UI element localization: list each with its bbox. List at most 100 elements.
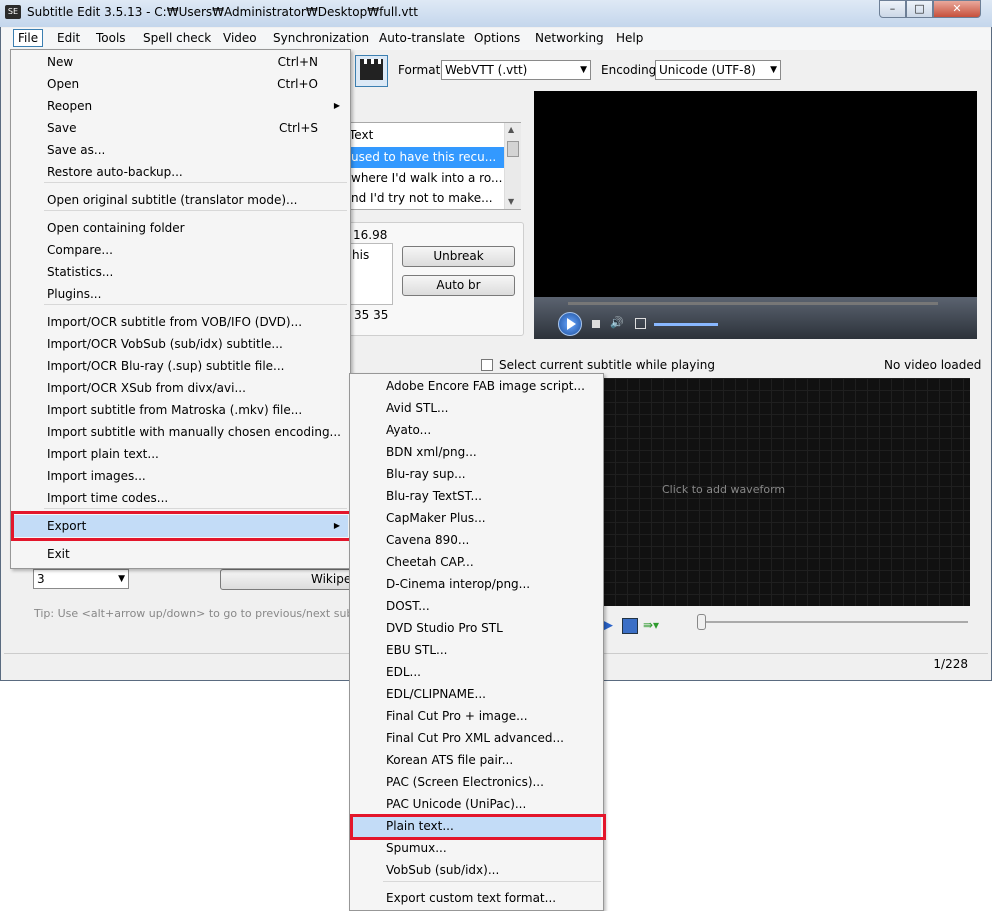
spin-select[interactable]: 3 ▼ <box>33 569 129 589</box>
menu-item-label: New <box>47 55 74 69</box>
arrows-icon[interactable]: ⇛▾ <box>643 618 659 632</box>
export-item-spumux[interactable]: Spumux... <box>352 837 601 859</box>
fullscreen-icon[interactable] <box>635 318 646 329</box>
export-item-pac-unicode-unipac[interactable]: PAC Unicode (UniPac)... <box>352 793 601 815</box>
export-item-edl[interactable]: EDL... <box>352 661 601 683</box>
file-menu-item-import-ocr-subtitle-from-vob-ifo-dvd[interactable]: Import/OCR subtitle from VOB/IFO (DVD)..… <box>13 311 348 333</box>
menu-edit[interactable]: Edit <box>57 31 80 45</box>
menu-options[interactable]: Options <box>474 31 520 45</box>
file-menu-item-import-ocr-vobsub-sub-idx-subtitle[interactable]: Import/OCR VobSub (sub/idx) subtitle... <box>13 333 348 355</box>
menu-item-label: Save <box>47 121 77 135</box>
file-menu-item-new[interactable]: New Ctrl+N <box>13 51 348 73</box>
export-item-dost[interactable]: DOST... <box>352 595 601 617</box>
export-item-blu-ray-sup[interactable]: Blu-ray sup... <box>352 463 601 485</box>
maximize-button[interactable]: □ <box>906 0 933 18</box>
format-select[interactable]: WebVTT (.vtt) ▼ <box>441 60 591 80</box>
waveform-panel[interactable] <box>603 378 970 606</box>
subtitle-row[interactable]: used to have this recu... <box>349 147 507 168</box>
file-menu-item-import-subtitle-from-matroska-mkv-file[interactable]: Import subtitle from Matroska (.mkv) fil… <box>13 399 348 421</box>
export-item-d-cinema-interop-png[interactable]: D-Cinema interop/png... <box>352 573 601 595</box>
subtitle-row[interactable]: nd I'd try not to make... <box>349 188 507 209</box>
scroll-up-icon[interactable]: ▲ <box>508 125 514 134</box>
chevron-down-icon: ▼ <box>770 65 777 75</box>
menu-item-label: Avid STL... <box>386 401 449 415</box>
file-menu-item-import-plain-text[interactable]: Import plain text... <box>13 443 348 465</box>
zoom-slider-thumb[interactable] <box>697 614 706 630</box>
menu-synchronization[interactable]: Synchronization <box>273 31 369 45</box>
video-seek-bar[interactable] <box>568 302 938 305</box>
export-item-cheetah-cap[interactable]: Cheetah CAP... <box>352 551 601 573</box>
menu-tools[interactable]: Tools <box>96 31 126 45</box>
video-player[interactable] <box>534 91 977 297</box>
grid-icon[interactable] <box>622 618 638 634</box>
export-item-dvd-studio-pro-stl[interactable]: DVD Studio Pro STL <box>352 617 601 639</box>
file-menu-item-compare[interactable]: Compare... <box>13 239 348 261</box>
export-item-vobsub-sub-idx[interactable]: VobSub (sub/idx)... <box>352 859 601 881</box>
subtitle-list-scrollbar[interactable]: ▲ ▼ <box>504 123 521 209</box>
menu-file[interactable]: File <box>13 29 44 47</box>
play-icon[interactable] <box>558 312 582 336</box>
file-menu-item-statistics[interactable]: Statistics... <box>13 261 348 283</box>
export-item-final-cut-pro-xml-advanced[interactable]: Final Cut Pro XML advanced... <box>352 727 601 749</box>
export-item-edl-clipname[interactable]: EDL/CLIPNAME... <box>352 683 601 705</box>
file-menu-item-exit[interactable]: Exit <box>13 543 348 565</box>
export-item-blu-ray-textst[interactable]: Blu-ray TextST... <box>352 485 601 507</box>
export-item-export-custom-text-format[interactable]: Export custom text format... <box>352 887 601 909</box>
subtitle-list[interactable]: Text used to have this recu... where I'd… <box>346 122 521 210</box>
file-menu-item-open-containing-folder[interactable]: Open containing folder <box>13 217 348 239</box>
select-current-checkbox[interactable] <box>481 359 493 371</box>
menu-item-label: Final Cut Pro XML advanced... <box>386 731 564 745</box>
speaker-icon[interactable]: 🔊 <box>610 316 624 329</box>
file-menu-item-reopen[interactable]: Reopen ▶ <box>13 95 348 117</box>
menu-help[interactable]: Help <box>616 31 643 45</box>
menu-video[interactable]: Video <box>223 31 257 45</box>
export-submenu: Adobe Encore FAB image script... Avid STL… <box>349 373 606 911</box>
menu-auto-translate[interactable]: Auto-translate <box>379 31 465 45</box>
export-item-avid-stl[interactable]: Avid STL... <box>352 397 601 419</box>
file-menu-item-save[interactable]: Save Ctrl+S <box>13 117 348 139</box>
unbreak-button[interactable]: Unbreak <box>402 246 515 267</box>
file-menu-item-import-ocr-blu-ray-sup-subtitle-file[interactable]: Import/OCR Blu-ray (.sup) subtitle file.… <box>13 355 348 377</box>
zoom-slider[interactable] <box>698 621 968 623</box>
file-menu-item-import-time-codes[interactable]: Import time codes... <box>13 487 348 509</box>
wikipedia-button[interactable]: Wikipe <box>220 569 360 590</box>
close-button[interactable]: ✕ <box>933 0 981 18</box>
minimize-button[interactable]: – <box>879 0 906 18</box>
subtitle-text-box[interactable]: his <box>349 243 393 305</box>
export-item-ayato[interactable]: Ayato... <box>352 419 601 441</box>
format-value: WebVTT (.vtt) <box>445 63 528 77</box>
menu-networking[interactable]: Networking <box>535 31 604 45</box>
menu-spell-check[interactable]: Spell check <box>143 31 211 45</box>
export-item-ebu-stl[interactable]: EBU STL... <box>352 639 601 661</box>
file-menu-item-save-as[interactable]: Save as... <box>13 139 348 161</box>
menu-item-label: Save as... <box>47 143 106 157</box>
menu-item-label: PAC (Screen Electronics)... <box>386 775 544 789</box>
export-item-adobe-encore-fab-image-script[interactable]: Adobe Encore FAB image script... <box>352 375 601 397</box>
menu-item-label: Compare... <box>47 243 113 257</box>
file-menu-item-plugins[interactable]: Plugins... <box>13 283 348 305</box>
file-menu-item-open-original-subtitle-translator-mode[interactable]: Open original subtitle (translator mode)… <box>13 189 348 211</box>
play-icon[interactable]: ▶ <box>603 618 613 633</box>
file-menu-item-restore-auto-backup[interactable]: Restore auto-backup... <box>13 161 348 183</box>
export-item-final-cut-pro-image[interactable]: Final Cut Pro + image... <box>352 705 601 727</box>
stop-icon[interactable] <box>592 320 600 328</box>
volume-slider[interactable] <box>654 323 718 326</box>
encoding-select[interactable]: Unicode (UTF-8) ▼ <box>655 60 781 80</box>
menu-item-label: VobSub (sub/idx)... <box>386 863 500 877</box>
file-menu-item-import-images[interactable]: Import images... <box>13 465 348 487</box>
tip-text: Tip: Use <alt+arrow up/down> to go to pr… <box>34 607 358 620</box>
file-menu-item-import-subtitle-with-manually-chosen-encoding[interactable]: Import subtitle with manually chosen enc… <box>13 421 348 443</box>
file-menu-item-import-ocr-xsub-from-divx-avi[interactable]: Import/OCR XSub from divx/avi... <box>13 377 348 399</box>
export-item-capmaker-plus[interactable]: CapMaker Plus... <box>352 507 601 529</box>
export-item-pac-screen-electronics[interactable]: PAC (Screen Electronics)... <box>352 771 601 793</box>
export-item-cavena-890[interactable]: Cavena 890... <box>352 529 601 551</box>
subtitle-row[interactable]: where I'd walk into a ro... <box>349 168 507 189</box>
menu-item-label: Open <box>47 77 80 91</box>
export-item-korean-ats-file-pair[interactable]: Korean ATS file pair... <box>352 749 601 771</box>
scroll-down-icon[interactable]: ▼ <box>508 197 514 206</box>
file-menu-item-open[interactable]: Open Ctrl+O <box>13 73 348 95</box>
auto-br-button[interactable]: Auto br <box>402 275 515 296</box>
menu-item-label: EDL/CLIPNAME... <box>386 687 486 701</box>
video-toolbar-button[interactable] <box>355 55 388 87</box>
export-item-bdn-xml-png[interactable]: BDN xml/png... <box>352 441 601 463</box>
